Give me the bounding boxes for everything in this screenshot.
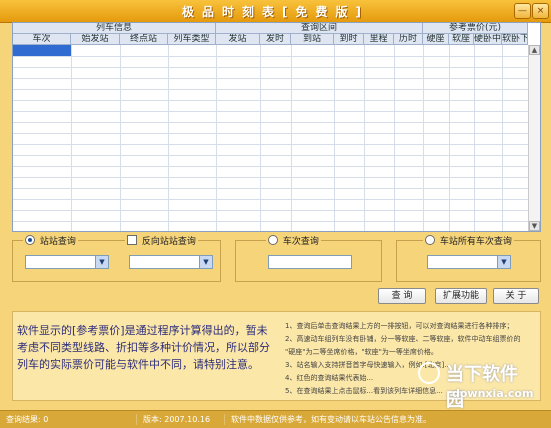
status-version: 版本: 2007.10.16 bbox=[136, 414, 210, 425]
column-header-depart-station[interactable]: 发站 bbox=[216, 34, 260, 44]
close-button[interactable]: × bbox=[532, 3, 549, 19]
column-header-arrive-station[interactable]: 到站 bbox=[291, 34, 334, 44]
group-header-fare: 参考票价(元) bbox=[423, 23, 528, 33]
window-title: 极品时刻表[免费版] bbox=[182, 5, 369, 19]
from-station-select[interactable]: ▼ bbox=[25, 255, 109, 269]
station-query-label: 站站查询 bbox=[39, 237, 76, 247]
column-header-soft-seat[interactable]: 软座 bbox=[449, 34, 474, 44]
tip-item: 2、高速动车组列车没有卧铺，分一等软座、二等软座，软件中动车组票价的 bbox=[285, 335, 521, 343]
train-number-option[interactable]: 车次查询 bbox=[266, 234, 321, 247]
results-grid[interactable]: 列车信息 查询区间 参考票价(元) 车次 始发站 终点站 列车类型 发站 发时 … bbox=[12, 22, 541, 232]
selected-cell[interactable] bbox=[13, 45, 71, 56]
group-header-train-info: 列车信息 bbox=[13, 23, 216, 33]
reverse-query-option[interactable]: 反向站站查询 bbox=[125, 234, 198, 247]
tip-item: "硬座"为二等坐席价格，"软座"为一等坐席价格。 bbox=[285, 348, 438, 356]
group-header-query-range: 查询区间 bbox=[216, 23, 423, 33]
column-header-origin[interactable]: 始发站 bbox=[71, 34, 120, 44]
column-header-distance[interactable]: 里程 bbox=[364, 34, 394, 44]
title-bar: 极品时刻表[免费版] — × bbox=[0, 0, 551, 23]
column-header-train-no[interactable]: 车次 bbox=[13, 34, 71, 44]
column-header-row: 车次 始发站 终点站 列车类型 发站 发时 到站 到时 里程 历时 硬座 软座 … bbox=[13, 34, 528, 45]
column-header-duration[interactable]: 历时 bbox=[394, 34, 423, 44]
tip-item: 1、查询后单击查询结果上方的一排按钮，可以对查询结果进行各种排序； bbox=[285, 322, 514, 330]
train-number-input[interactable] bbox=[268, 255, 352, 269]
extend-function-button[interactable]: 扩展功能 bbox=[435, 288, 487, 304]
scroll-down-icon[interactable]: ▼ bbox=[529, 221, 540, 231]
radio-unchecked-icon[interactable] bbox=[268, 235, 278, 245]
minimize-button[interactable]: — bbox=[514, 3, 531, 19]
chevron-down-icon[interactable]: ▼ bbox=[497, 256, 510, 268]
column-header-hard-seat[interactable]: 硬座 bbox=[423, 34, 449, 44]
station-all-trains-option[interactable]: 车站所有车次查询 bbox=[423, 234, 514, 247]
column-header-train-type[interactable]: 列车类型 bbox=[168, 34, 216, 44]
train-number-panel: 车次查询 bbox=[235, 234, 382, 282]
status-bar: 查询结果: 0 版本: 2007.10.16 软件中数据仅供参考，如有变动请以车… bbox=[0, 410, 551, 428]
status-message: 软件中数据仅供参考，如有变动请以车站公告信息为准。 bbox=[224, 414, 431, 425]
column-header-soft-sleeper[interactable]: 软卧下 bbox=[502, 34, 528, 44]
radio-unchecked-icon[interactable] bbox=[425, 235, 435, 245]
fare-notice: 软件显示的[参考票价]是通过程序计算得出的，暂未考虑不同类型线路、折扣等多种计价… bbox=[17, 324, 270, 371]
train-number-label: 车次查询 bbox=[282, 237, 319, 247]
column-header-depart-time[interactable]: 发时 bbox=[260, 34, 291, 44]
station-all-trains-label: 车站所有车次查询 bbox=[439, 237, 512, 247]
site-watermark: 当下软件园 downxia.com bbox=[418, 360, 534, 411]
column-header-hard-sleeper[interactable]: 硬卧中 bbox=[474, 34, 502, 44]
reverse-query-label: 反向站站查询 bbox=[141, 237, 196, 247]
status-result-count: 查询结果: 0 bbox=[6, 415, 49, 424]
watermark-logo-icon bbox=[418, 362, 440, 384]
grid-vertical-scrollbar[interactable]: ▲ ▼ bbox=[528, 45, 540, 231]
checkbox-icon[interactable] bbox=[127, 235, 137, 245]
station-select[interactable]: ▼ bbox=[427, 255, 511, 269]
grid-body[interactable] bbox=[13, 45, 528, 231]
radio-checked-icon[interactable] bbox=[25, 235, 35, 245]
station-query-option[interactable]: 站站查询 bbox=[23, 234, 78, 247]
column-header-terminal[interactable]: 终点站 bbox=[120, 34, 168, 44]
group-header-row: 列车信息 查询区间 参考票价(元) bbox=[13, 23, 528, 34]
about-button[interactable]: 关 于 bbox=[493, 288, 539, 304]
query-button[interactable]: 查 询 bbox=[378, 288, 426, 304]
watermark-domain: downxia.com bbox=[452, 387, 534, 400]
chevron-down-icon[interactable]: ▼ bbox=[199, 256, 212, 268]
watermark-name: 当下软件园 bbox=[446, 364, 518, 411]
column-header-arrive-time[interactable]: 到时 bbox=[334, 34, 364, 44]
chevron-down-icon[interactable]: ▼ bbox=[95, 256, 108, 268]
to-station-select[interactable]: ▼ bbox=[129, 255, 213, 269]
station-all-trains-panel: 车站所有车次查询 ▼ bbox=[396, 234, 541, 282]
scroll-up-icon[interactable]: ▲ bbox=[529, 45, 540, 55]
